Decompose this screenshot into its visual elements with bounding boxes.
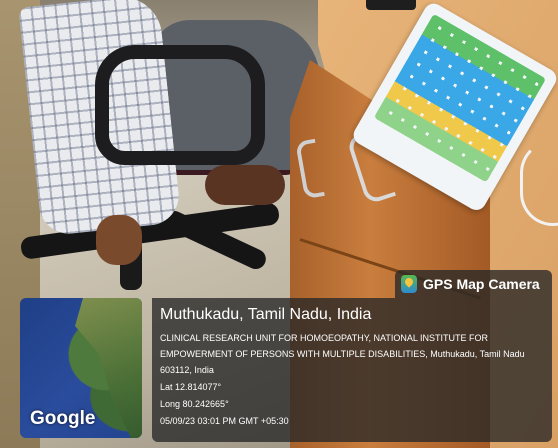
place-title: Muthukadu, Tamil Nadu, India (160, 306, 372, 323)
google-logo: Google (30, 408, 96, 429)
mouse (366, 0, 416, 10)
location-info-panel: Muthukadu, Tamil Nadu, India CLINICAL RE… (152, 298, 552, 442)
map-thumbnail: Google (20, 298, 142, 438)
longitude-text: Long 80.242665° (160, 399, 229, 409)
address-text: CLINICAL RESEARCH UNIT FOR HOMOEOPATHY, … (160, 333, 525, 375)
latitude-text: Lat 12.814077° (160, 382, 222, 392)
datetime-text: 05/09/23 03:01 PM GMT +05:30 (160, 416, 289, 426)
gps-map-camera-icon (401, 275, 417, 293)
person-hand (96, 215, 142, 265)
chair-armrest (95, 45, 265, 165)
person-foot (205, 165, 285, 205)
gps-camera-badge: GPS Map Camera (395, 270, 552, 298)
app-name: GPS Map Camera (423, 276, 540, 292)
